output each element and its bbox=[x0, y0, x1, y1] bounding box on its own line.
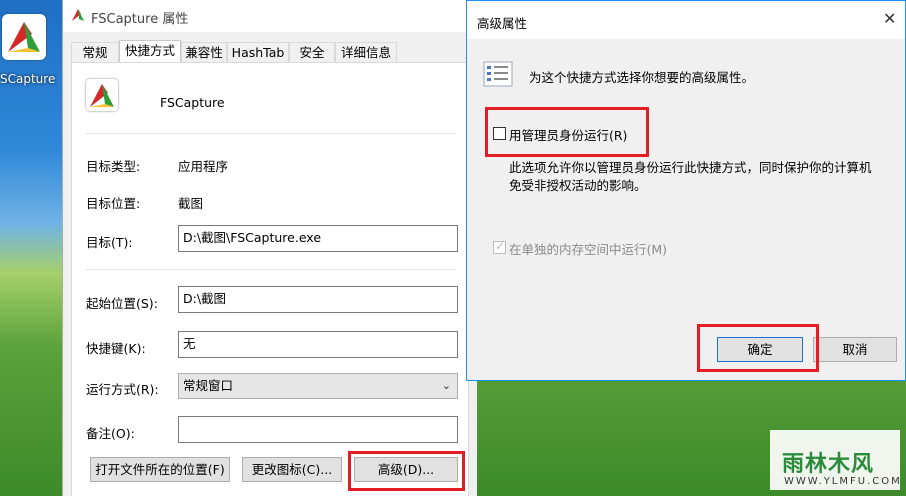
separate-memory-checkbox: ✓ bbox=[493, 239, 506, 254]
properties-titlebar[interactable]: FSCapture 属性 bbox=[63, 0, 477, 32]
divider bbox=[86, 269, 456, 270]
shortcut-key-input[interactable]: 无 bbox=[178, 331, 458, 358]
advanced-description: 为这个快捷方式选择你想要的高级属性。 bbox=[529, 70, 755, 85]
run-select[interactable]: 常规窗口 ⌄ bbox=[178, 373, 458, 399]
shortcut-key-label: 快捷键(K): bbox=[86, 341, 146, 356]
fscapture-title-icon bbox=[70, 7, 86, 23]
target-type-label: 目标类型: bbox=[86, 159, 141, 174]
advanced-title: 高级属性 bbox=[477, 16, 528, 31]
desktop-shortcut-fscapture[interactable]: SCapture bbox=[0, 8, 62, 98]
open-file-location-button[interactable]: 打开文件所在的位置(F) bbox=[90, 457, 230, 482]
tab-general[interactable]: 常规 bbox=[71, 42, 119, 62]
run-label: 运行方式(R): bbox=[86, 382, 159, 397]
fscapture-large-icon bbox=[86, 79, 118, 111]
target-location-label: 目标位置: bbox=[86, 196, 141, 211]
fscapture-app-icon bbox=[2, 14, 46, 60]
shortcut-panel: FSCapture 目标类型: 应用程序 目标位置: 截图 目标(T): D:\… bbox=[71, 62, 469, 496]
tab-details[interactable]: 详细信息 bbox=[335, 42, 397, 62]
checkmark-icon: ✓ bbox=[495, 239, 506, 253]
run-select-value: 常规窗口 bbox=[183, 378, 234, 393]
note-line-2: 免受非授权活动的影响。 bbox=[509, 178, 647, 193]
comment-label: 备注(O): bbox=[86, 426, 135, 441]
target-label: 目标(T): bbox=[86, 235, 133, 250]
target-type-value: 应用程序 bbox=[178, 159, 229, 174]
tab-compatibility[interactable]: 兼容性 bbox=[181, 42, 227, 62]
tab-security[interactable]: 安全 bbox=[289, 42, 335, 62]
comment-input[interactable] bbox=[178, 416, 458, 443]
advanced-properties-dialog: 高级属性 ✕ 为这个快捷方式选择你想要的高级属性。 用管理员身份运行(R) 此选… bbox=[466, 0, 906, 381]
highlight-box-ok bbox=[697, 324, 819, 372]
note-line-1: 此选项允许你以管理员身份运行此快捷方式，同时保护你的计算机 bbox=[509, 160, 872, 175]
desktop-icon-label: SCapture bbox=[0, 72, 56, 86]
tab-shortcut[interactable]: 快捷方式 bbox=[119, 40, 181, 63]
properties-window: FSCapture 属性 常规 快捷方式 兼容性 HashTab 安全 详细信息… bbox=[62, 0, 477, 496]
advanced-titlebar[interactable]: 高级属性 ✕ bbox=[467, 1, 905, 39]
run-as-admin-note: 此选项允许你以管理员身份运行此快捷方式，同时保护你的计算机 免受非授权活动的影响… bbox=[509, 159, 872, 195]
site-watermark: 雨林木风 WWW.YLMFU.COM bbox=[770, 430, 900, 490]
cancel-button[interactable]: 取消 bbox=[813, 337, 897, 362]
target-input[interactable]: D:\截图\FSCapture.exe bbox=[178, 225, 458, 252]
tab-hashtab[interactable]: HashTab bbox=[227, 42, 289, 62]
checklist-icon bbox=[483, 61, 513, 87]
divider bbox=[86, 133, 456, 134]
highlight-box-advanced bbox=[348, 451, 465, 491]
watermark-url: WWW.YLMFU.COM bbox=[784, 476, 902, 487]
chevron-down-icon: ⌄ bbox=[441, 379, 451, 392]
app-name: FSCapture bbox=[160, 95, 225, 110]
close-icon[interactable]: ✕ bbox=[883, 9, 896, 28]
watermark-title: 雨林木风 bbox=[782, 452, 875, 477]
properties-title: FSCapture 属性 bbox=[91, 12, 189, 27]
start-in-input[interactable]: D:\截图 bbox=[178, 286, 458, 313]
highlight-box-run-as-admin bbox=[485, 107, 649, 157]
separate-memory-label: 在单独的内存空间中运行(M) bbox=[509, 242, 668, 257]
change-icon-button[interactable]: 更改图标(C)... bbox=[242, 457, 342, 482]
target-location-value: 截图 bbox=[178, 196, 204, 211]
start-in-label: 起始位置(S): bbox=[86, 296, 158, 311]
